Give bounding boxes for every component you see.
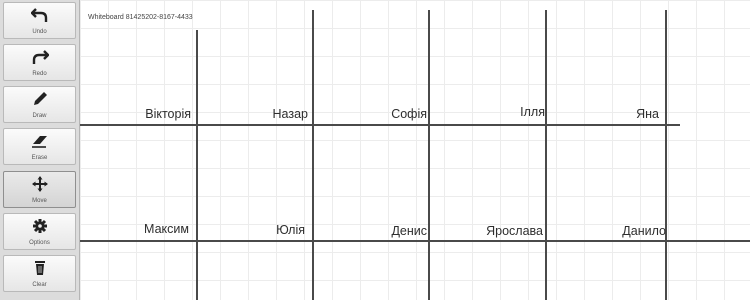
undo-label: Undo [32,29,47,35]
vertical-line [312,10,314,300]
options-button[interactable]: Options [3,213,76,250]
vertical-line [665,10,667,300]
vertical-line [428,10,430,300]
options-label: Options [29,240,50,246]
erase-label: Erase [31,155,48,161]
move-button[interactable]: Move [3,171,76,208]
vertical-line [196,30,198,300]
undo-button[interactable]: Undo [3,2,76,39]
draw-label: Draw [32,113,47,119]
name-label: Ярослава [486,224,543,238]
draw-button[interactable]: Draw [3,86,76,123]
name-label: Максим [144,222,189,236]
name-label: Яна [636,107,659,121]
board-title: Whiteboard 81425202-8167-4433 [88,14,193,21]
move-icon [32,176,48,192]
horizontal-line [80,240,750,242]
redo-button[interactable]: Redo [3,44,76,81]
move-label: Move [32,198,47,204]
toolbar: Undo Redo Draw Erase Move Options Clear [0,0,80,300]
vertical-line [545,10,547,300]
clear-label: Clear [32,282,47,288]
name-label: Юлія [276,223,305,237]
name-label: Ілля [520,105,545,119]
redo-label: Redo [32,71,47,77]
horizontal-line [80,124,680,126]
name-label: Назар [272,107,308,121]
gear-icon [33,219,47,233]
name-label: Денис [391,224,427,238]
clear-button[interactable]: Clear [3,255,76,292]
pencil-icon [34,92,47,105]
eraser-icon [32,136,47,148]
erase-button[interactable]: Erase [3,128,76,165]
name-label: Вікторія [145,107,191,121]
name-label: Софія [391,107,427,121]
trash-icon [35,261,45,275]
undo-icon [31,8,48,22]
redo-icon [32,50,49,64]
name-label: Данило [622,224,666,238]
whiteboard-canvas[interactable]: Whiteboard 81425202-8167-4433 Вікторія Н… [80,0,750,300]
